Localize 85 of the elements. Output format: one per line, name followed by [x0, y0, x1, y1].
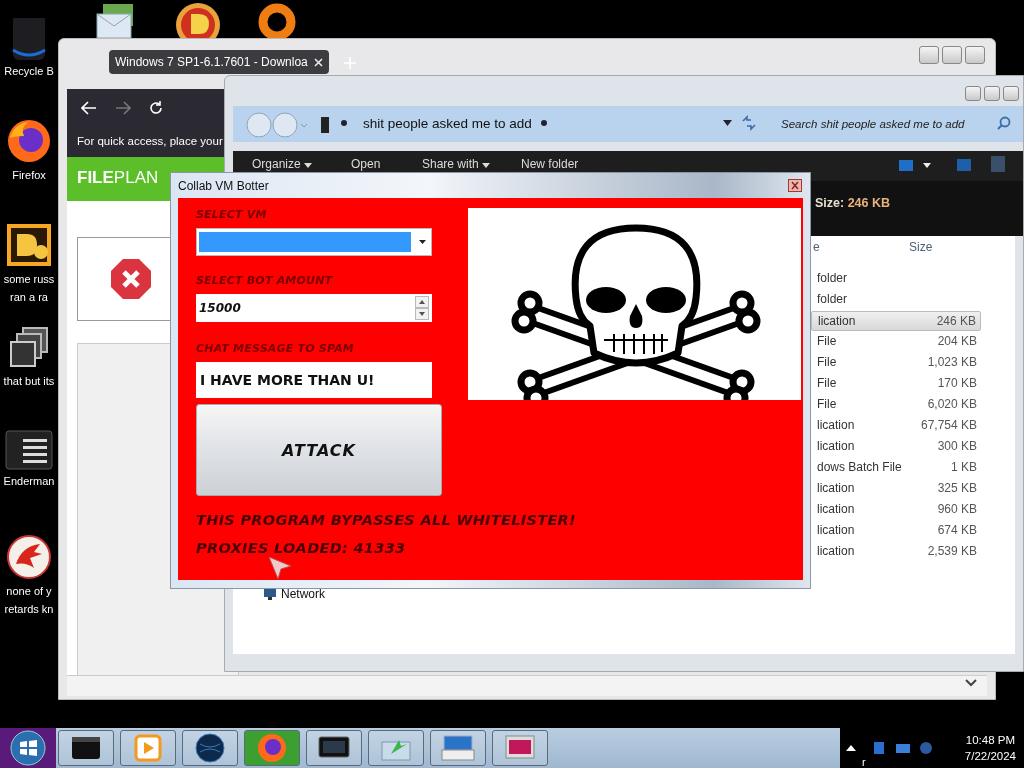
bot-amount-spinner[interactable]: 15000 — [196, 294, 432, 322]
taskbar-button[interactable] — [306, 730, 362, 766]
firefox-icon — [6, 118, 52, 164]
minimize-button[interactable] — [965, 86, 981, 101]
desktop-icon-label[interactable]: none of y — [6, 584, 52, 598]
media-player-icon — [133, 733, 163, 763]
file-size-detail: Size: 246 KB — [815, 196, 891, 210]
maximize-button[interactable] — [942, 46, 962, 64]
file-row[interactable]: File 6,020 KB — [811, 395, 981, 415]
back-icon[interactable] — [81, 101, 97, 115]
bookmarks-notice: For quick access, place your — [77, 135, 223, 147]
toolbar-button[interactable]: New folder — [521, 157, 579, 171]
tray-label: r — [862, 756, 866, 768]
desktop-icon-label[interactable]: Enderman — [3, 474, 55, 488]
close-button[interactable] — [1003, 86, 1019, 101]
close-icon[interactable] — [788, 179, 802, 192]
file-row[interactable]: folder — [811, 269, 981, 289]
terminal-icon — [5, 430, 53, 470]
clock-time: 10:48 PM — [964, 733, 1016, 748]
attack-button[interactable]: ATTACK — [196, 404, 442, 496]
firefox-icon — [256, 732, 288, 764]
desktop-icon-label[interactable]: that but its — [3, 374, 55, 388]
reload-icon[interactable] — [149, 101, 163, 115]
start-button[interactable] — [0, 728, 56, 768]
window-title: Collab VM Botter — [178, 179, 269, 193]
file-row[interactable]: lication 674 KB — [811, 521, 981, 541]
taskbar-button[interactable] — [120, 730, 176, 766]
search-icon[interactable] — [997, 116, 1011, 130]
field-label: SELECT BOT AMOUNT — [196, 274, 334, 289]
field-label: CHAT MESSAGE TO SPAM — [196, 342, 355, 357]
minimize-button[interactable] — [919, 46, 939, 64]
toolbar-button[interactable]: Share with — [422, 157, 491, 171]
app-logo-icon — [5, 222, 53, 268]
vm-dropdown[interactable] — [196, 228, 432, 256]
file-row[interactable]: folder — [811, 290, 981, 310]
toolbar-button[interactable]: Organize — [252, 157, 313, 171]
caret-icon — [419, 240, 426, 244]
message-field[interactable]: I HAVE MORE THAN U! — [196, 362, 432, 398]
file-row[interactable]: lication 300 KB — [811, 437, 981, 457]
file-row[interactable]: lication 2,539 KB — [811, 542, 981, 562]
breadcrumb[interactable]: shit people asked me to add — [363, 116, 532, 131]
file-row[interactable]: lication 325 KB — [811, 479, 981, 499]
status-text: THIS PROGRAM BYPASSES ALL WHITELISTER! — [196, 511, 576, 530]
file-row[interactable]: File 1,023 KB — [811, 353, 981, 373]
taskbar-button[interactable] — [58, 730, 114, 766]
desktop-icon-label[interactable]: some russ — [3, 272, 55, 286]
search-field[interactable]: Search shit people asked me to add — [781, 114, 995, 134]
file-row[interactable]: lication 67,754 KB — [811, 416, 981, 436]
clock[interactable]: 10:48 PM 7/22/2024 — [964, 732, 1016, 764]
clock-date: 7/22/2024 — [964, 749, 1016, 764]
spinner-arrows-icon[interactable] — [415, 296, 429, 320]
file-row[interactable]: File 204 KB — [811, 332, 981, 352]
cursor-icon — [268, 556, 292, 580]
file-row[interactable]: lication 246 KB — [811, 311, 981, 331]
error-icon — [110, 258, 152, 300]
desktop-icon-label[interactable]: ran a ra — [10, 290, 48, 304]
show-hidden-icon[interactable] — [846, 743, 856, 753]
file-row[interactable]: File 170 KB — [811, 374, 981, 394]
stacked-windows-icon — [7, 326, 51, 370]
browser-tab[interactable]: Windows 7 SP1-6.1.7601 - Downloa — [109, 50, 329, 74]
status-text: PROXIES LOADED: 41333 — [196, 539, 406, 558]
column-header[interactable]: Size — [909, 240, 933, 254]
file-row[interactable]: dows Batch File 1 KB — [811, 458, 981, 478]
forward-icon[interactable] — [115, 101, 131, 115]
desktop-icon-label[interactable]: retards kn — [4, 602, 54, 616]
toolbar-button[interactable]: Open — [351, 157, 381, 171]
close-button[interactable] — [965, 46, 985, 64]
file-row[interactable]: lication 960 KB — [811, 500, 981, 520]
maximize-button[interactable] — [984, 86, 1000, 101]
keyboard-icon — [440, 734, 476, 762]
windows-logo-icon — [10, 730, 46, 766]
desktop-icon-label[interactable]: Firefox — [12, 168, 46, 182]
nav-item[interactable]: Network — [281, 587, 325, 601]
separator-dot-icon — [341, 120, 347, 126]
field-label: SELECT VM — [196, 208, 268, 223]
globe-icon — [194, 732, 226, 764]
dragon-logo-icon — [6, 534, 52, 580]
taskbar-button[interactable] — [182, 730, 238, 766]
desktop-icon-label[interactable]: Recycle B — [4, 64, 54, 78]
chevron-down-icon[interactable] — [965, 678, 977, 688]
refresh-icon[interactable] — [741, 115, 757, 131]
dropdown-icon[interactable] — [723, 120, 732, 126]
column-header[interactable]: e — [813, 240, 820, 254]
network-icon — [263, 588, 277, 600]
separator-dot-icon — [541, 120, 547, 126]
